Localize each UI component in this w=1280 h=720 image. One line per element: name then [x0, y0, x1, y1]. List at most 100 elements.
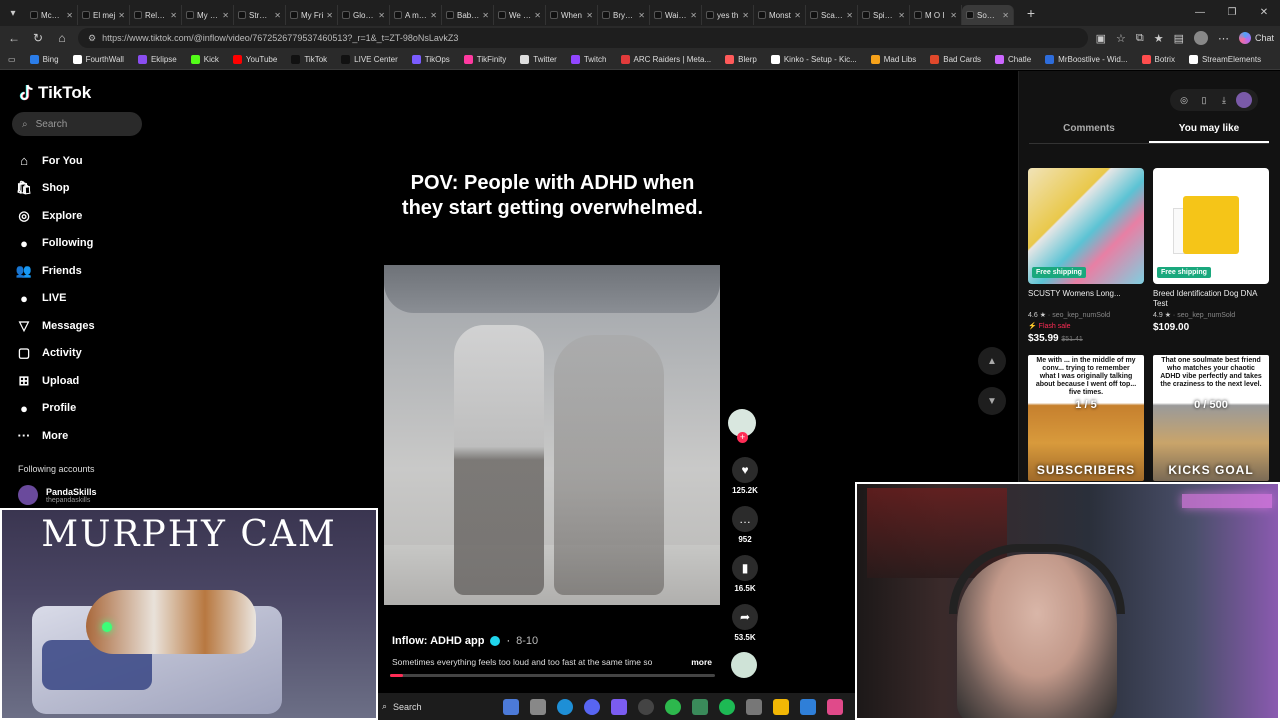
browser-tab[interactable]: Somet ✕ [962, 5, 1014, 25]
next-video-icon[interactable]: ▼ [978, 387, 1006, 415]
task-view-icon[interactable] [530, 698, 546, 715]
reload-icon[interactable]: ↻ [30, 31, 46, 45]
tab-list-icon[interactable]: ▾ [0, 0, 26, 26]
following-account-item[interactable]: PandaSkills thepandaskills [18, 485, 97, 505]
maximize-icon[interactable]: ❐ [1216, 0, 1248, 26]
close-tab-icon[interactable]: ✕ [378, 11, 385, 20]
close-tab-icon[interactable]: ✕ [690, 11, 697, 20]
split-screen-icon[interactable]: ▣ [1096, 32, 1106, 45]
user-avatar[interactable] [1236, 92, 1252, 108]
close-tab-icon[interactable]: ✕ [846, 11, 853, 20]
browser-tab[interactable]: McKinl ✕ [26, 5, 78, 25]
bookmark-item[interactable]: FourthWall [72, 55, 124, 64]
nav-item-messages[interactable]: ▽ Messages [16, 312, 95, 340]
close-tab-icon[interactable]: ✕ [274, 11, 281, 20]
nav-item-more[interactable]: ··· More [16, 422, 95, 450]
browser-tab[interactable]: We lite ✕ [494, 5, 546, 25]
coin-icon[interactable]: ◎ [1176, 92, 1192, 108]
minimize-icon[interactable]: — [1184, 0, 1216, 26]
collections-icon[interactable]: ▤ [1174, 32, 1184, 45]
browser-tab[interactable]: El mej ✕ [78, 5, 130, 25]
site-info-icon[interactable]: ⚙ [88, 33, 96, 44]
tiktok-logo[interactable]: TikTok [18, 83, 91, 103]
bookmark-item[interactable]: MrBoostlive - Wid... [1045, 55, 1128, 64]
bookmark-item[interactable]: Twitch [570, 55, 607, 64]
panel-tab[interactable]: You may like [1149, 123, 1269, 143]
nav-item-activity[interactable]: ▢ Activity [16, 340, 95, 368]
browser-tab[interactable]: yes th ✕ [702, 5, 754, 25]
bookmark-item[interactable]: ARC Raiders | Meta... [620, 55, 711, 64]
favorites-icon[interactable]: ★ [1154, 32, 1164, 45]
device-icon[interactable]: ▯ [1196, 92, 1212, 108]
browser-tab[interactable]: Straigh✕ [234, 5, 286, 25]
menu-dots-icon[interactable]: ⋯ [1218, 32, 1229, 45]
bookmark-folder-icon[interactable]: ▭ [8, 55, 16, 64]
follow-plus-icon[interactable]: + [737, 432, 748, 443]
sound-disc-icon[interactable] [731, 652, 757, 678]
nav-item-profile[interactable]: ● Profile [16, 395, 95, 423]
browser-tab[interactable]: My Me ✕ [182, 5, 234, 25]
video-progress-bar[interactable] [390, 674, 715, 677]
close-tab-icon[interactable]: ✕ [1002, 11, 1009, 20]
bookmark-item[interactable]: LIVE Center [341, 55, 398, 64]
bookmark-item[interactable]: Bad Cards [930, 55, 981, 64]
nav-item-for-you[interactable]: ⌂ For You [16, 147, 95, 175]
nav-item-upload[interactable]: ⊞ Upload [16, 367, 95, 395]
previous-video-icon[interactable]: ▲ [978, 347, 1006, 375]
close-tab-icon[interactable]: ✕ [586, 11, 593, 20]
copilot-chat-button[interactable]: Chat [1238, 32, 1274, 44]
video-player[interactable] [384, 265, 720, 605]
bookmark-item[interactable]: Eklipse [137, 55, 177, 64]
creator-avatar[interactable]: + [728, 409, 756, 443]
discord-icon[interactable] [584, 698, 600, 715]
spotify-icon[interactable] [719, 698, 735, 715]
home-icon[interactable]: ⌂ [54, 31, 70, 45]
browser-tab[interactable]: Baby a✕ [442, 5, 494, 25]
browser-tab[interactable]: Wait fo ✕ [650, 5, 702, 25]
photos-icon[interactable] [692, 698, 708, 715]
bookmark-item[interactable]: Bing [29, 55, 59, 64]
browser-tab[interactable]: A man ✕ [390, 5, 442, 25]
browser-tab[interactable]: Glow S✕ [338, 5, 390, 25]
bookmark-item[interactable]: TikOps [411, 55, 450, 64]
close-tab-icon[interactable]: ✕ [482, 11, 489, 20]
video-author[interactable]: Inflow: ADHD app [392, 635, 484, 647]
obs-icon[interactable] [638, 698, 654, 715]
browser-tab[interactable]: Bryan a✕ [598, 5, 650, 25]
heart-icon[interactable]: ♥ [732, 457, 758, 483]
bookmark-item[interactable]: Kinko - Setup - Kic... [770, 55, 857, 64]
close-tab-icon[interactable]: ✕ [950, 11, 957, 20]
nav-item-live[interactable]: ● LIVE [16, 285, 95, 313]
bookmark-item[interactable]: TikFinity [463, 55, 506, 64]
taskbar-search[interactable]: ⌕ Search [382, 701, 492, 712]
edge-icon[interactable] [557, 698, 573, 715]
close-tab-icon[interactable]: ✕ [170, 11, 177, 20]
browser-tab[interactable]: Relax y✕ [130, 5, 182, 25]
bookmark-item[interactable]: YouTube [232, 55, 277, 64]
nav-item-following[interactable]: ● Following [16, 230, 95, 258]
browser-tab[interactable]: Monst ✕ [754, 5, 806, 25]
close-tab-icon[interactable]: ✕ [222, 11, 229, 20]
new-tab-button[interactable]: + [1020, 5, 1042, 21]
close-tab-icon[interactable]: ✕ [794, 11, 801, 20]
more-button[interactable]: more [691, 657, 712, 667]
browser-tab[interactable]: Spider ✕ [858, 5, 910, 25]
bookmark-item[interactable]: TikTok [291, 55, 327, 64]
share-icon[interactable]: ➦ [732, 604, 758, 630]
close-tab-icon[interactable]: ✕ [638, 11, 645, 20]
file-explorer-icon[interactable] [773, 698, 789, 715]
bookmark-icon[interactable]: ▮ [732, 555, 758, 581]
bookmark-item[interactable]: Kick [190, 55, 219, 64]
bookmark-item[interactable]: Mad Libs [870, 55, 916, 64]
browser-tab[interactable]: My Fri ✕ [286, 5, 338, 25]
close-window-icon[interactable]: ✕ [1248, 0, 1280, 26]
close-tab-icon[interactable]: ✕ [118, 11, 125, 20]
widgets-icon[interactable] [503, 698, 519, 715]
close-tab-icon[interactable]: ✕ [534, 11, 541, 20]
close-tab-icon[interactable]: ✕ [742, 11, 749, 20]
close-tab-icon[interactable]: ✕ [898, 11, 905, 20]
panel-tab[interactable]: Comments [1029, 123, 1149, 143]
browser-tab[interactable]: When ✕ [546, 5, 598, 25]
nav-item-friends[interactable]: 👥 Friends [16, 257, 95, 285]
bookmark-item[interactable]: Twitter [520, 55, 557, 64]
